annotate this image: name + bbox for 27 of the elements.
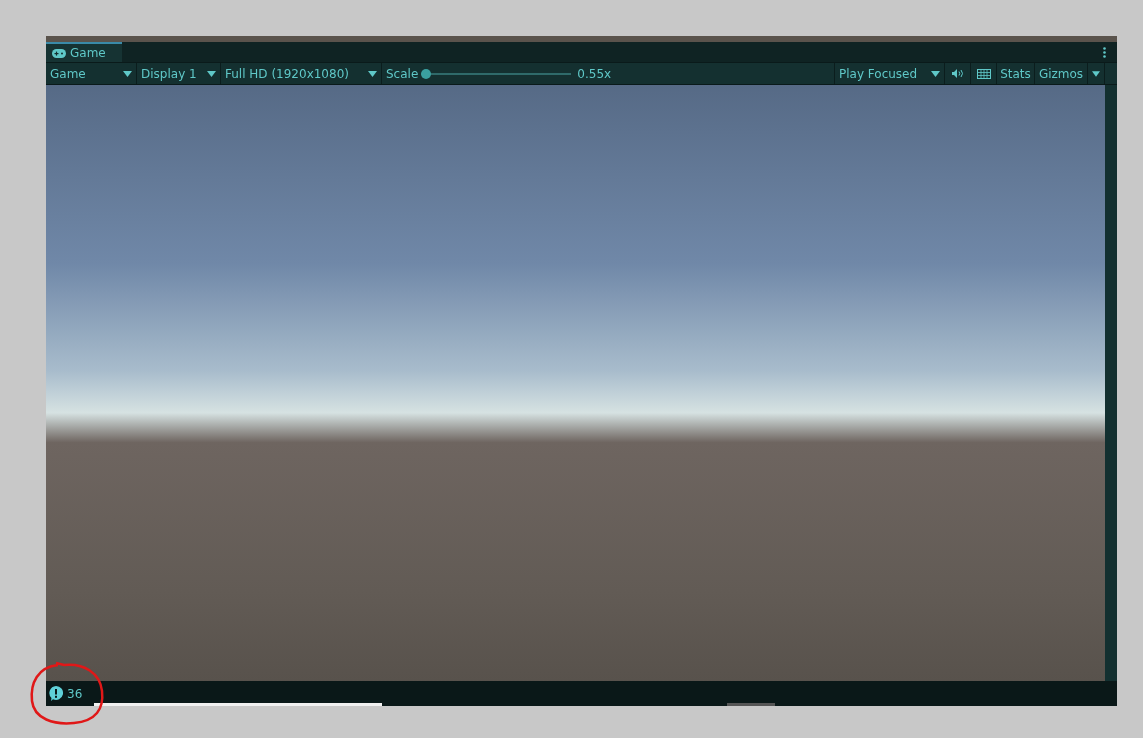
scale-label: Scale — [386, 66, 419, 81]
gizmos-button[interactable]: Gizmos — [1035, 63, 1088, 84]
view-mode-dropdown[interactable]: Game — [46, 63, 137, 84]
scrollbar-thumb[interactable] — [727, 703, 775, 706]
keyboard-icon — [976, 68, 991, 79]
scale-value: 0.55x — [577, 66, 612, 81]
dropdown-label: Game — [50, 66, 86, 81]
play-mode-dropdown[interactable]: Play Focused — [835, 63, 945, 84]
caret-icon — [1092, 70, 1100, 77]
game-tab[interactable]: Game — [46, 42, 122, 62]
caret-icon — [123, 70, 132, 77]
dropdown-label: Display 1 — [141, 66, 197, 81]
dropdown-label: Play Focused — [839, 66, 918, 81]
gamepad-icon — [52, 48, 66, 58]
display-dropdown[interactable]: Display 1 — [137, 63, 221, 84]
dropdown-label: Full HD (1920x1080) — [225, 66, 349, 81]
warning-bubble-icon — [49, 686, 63, 701]
stats-button[interactable]: Stats — [997, 63, 1035, 84]
caret-icon — [931, 70, 940, 77]
more-icon[interactable] — [1103, 46, 1106, 58]
caret-icon — [368, 70, 377, 77]
message-count: 36 — [67, 686, 83, 701]
speaker-icon — [951, 69, 964, 78]
caret-icon — [207, 70, 216, 77]
resolution-dropdown[interactable]: Full HD (1920x1080) — [221, 63, 382, 84]
slider-thumb[interactable] — [421, 68, 432, 79]
scrollbar-thumb[interactable] — [94, 703, 382, 706]
